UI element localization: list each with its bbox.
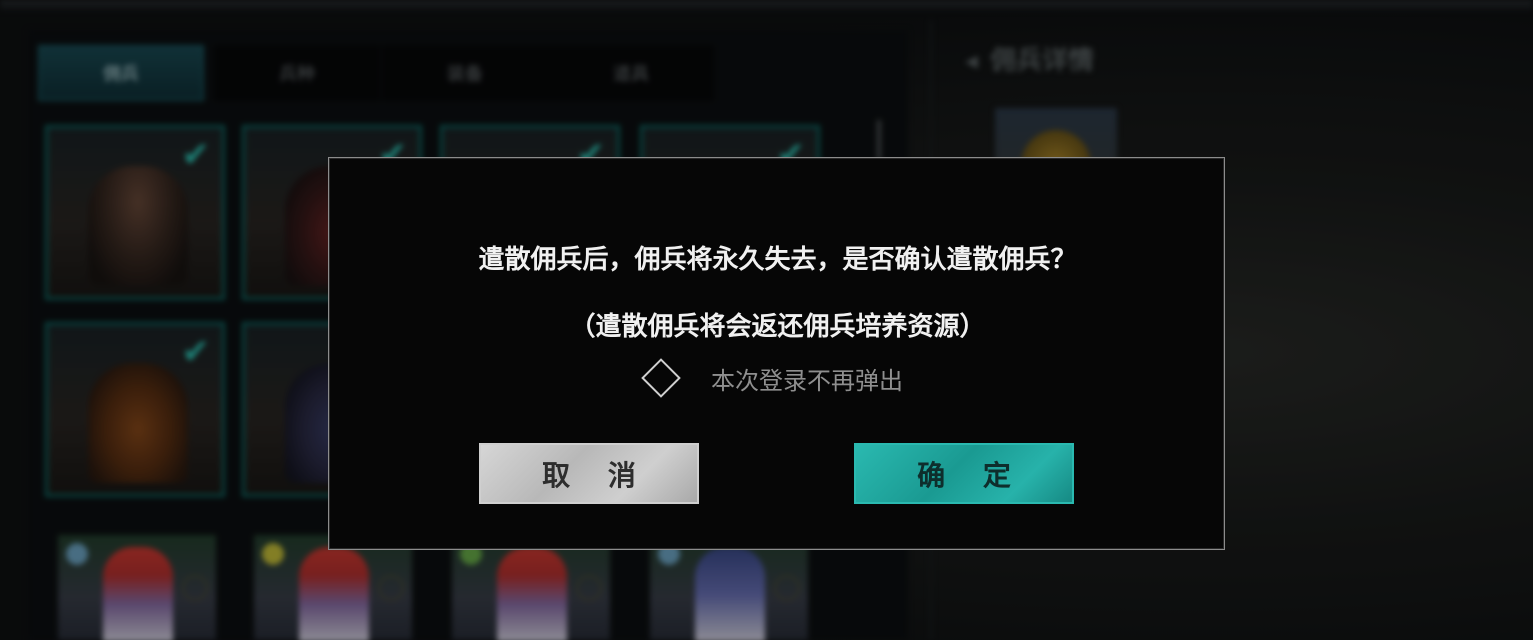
dont-show-again-option[interactable]: 本次登录不再弹出 xyxy=(639,358,903,398)
dismiss-confirm-dialog: 遣散佣兵后，佣兵将永久失去，是否确认遣散佣兵？ （遣散佣兵将会返还佣兵培养资源）… xyxy=(328,157,1225,550)
confirm-button-label: 确 定 xyxy=(917,458,1025,492)
cancel-button[interactable]: 取 消 xyxy=(479,443,699,504)
game-screen: 佣兵 兵种 装备 道具 ✔ ✔ ✔ ✔ ✔ ✔ xyxy=(0,0,1533,640)
dialog-submessage: （遣散佣兵将会返还佣兵培养资源） xyxy=(569,312,986,342)
dialog-message: 遣散佣兵后，佣兵将永久失去，是否确认遣散佣兵？ xyxy=(478,245,1077,275)
confirm-button[interactable]: 确 定 xyxy=(854,443,1074,504)
dont-show-again-label: 本次登录不再弹出 xyxy=(711,366,903,395)
cancel-button-label: 取 消 xyxy=(542,458,650,492)
diamond-checkbox-icon[interactable] xyxy=(641,358,681,398)
